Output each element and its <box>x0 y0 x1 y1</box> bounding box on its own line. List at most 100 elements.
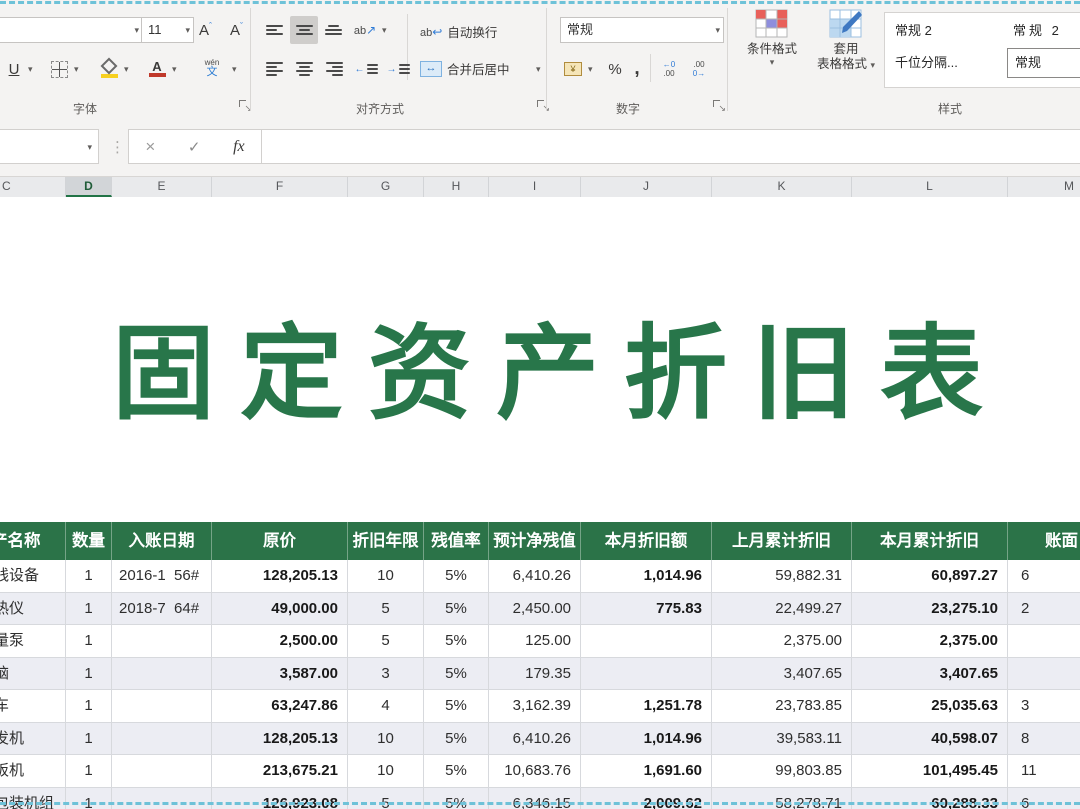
table-cell[interactable]: 49,000.00 <box>212 593 348 626</box>
chevron-down-icon[interactable]: ▾ <box>536 64 541 75</box>
table-cell[interactable]: 2,375.00 <box>712 625 852 658</box>
table-cell[interactable]: 3,407.65 <box>712 658 852 691</box>
table-cell[interactable]: 126,923.08 <box>212 788 348 809</box>
table-cell[interactable]: 5% <box>424 593 489 626</box>
align-center-button[interactable] <box>291 56 318 82</box>
table-cell[interactable]: 179.35 <box>489 658 581 691</box>
table-cell[interactable]: 1,251.78 <box>581 690 712 723</box>
table-cell[interactable]: 板机 <box>0 755 66 788</box>
chevron-down-icon[interactable]: ▾ <box>28 64 33 75</box>
table-header-cell[interactable]: 本月累计折旧 <box>852 522 1008 560</box>
table-cell[interactable]: 2,375.00 <box>852 625 1008 658</box>
table-cell[interactable] <box>112 690 212 723</box>
table-cell[interactable]: 1 <box>66 625 112 658</box>
decrease-decimal-button[interactable]: .000→ <box>686 56 712 82</box>
decrease-font-size-button[interactable]: Aˇ <box>223 17 250 42</box>
table-cell[interactable] <box>1008 625 1080 658</box>
table-cell[interactable]: 1 <box>66 755 112 788</box>
chevron-down-icon[interactable]: ▾ <box>588 64 593 75</box>
table-cell[interactable]: 1,691.60 <box>581 755 712 788</box>
table-cell[interactable]: 发机 <box>0 723 66 756</box>
table-cell[interactable] <box>112 625 212 658</box>
align-top-button[interactable] <box>261 17 288 43</box>
table-cell[interactable]: 8 <box>1008 723 1080 756</box>
table-cell[interactable]: 1 <box>66 788 112 809</box>
table-cell[interactable]: 10 <box>348 560 424 593</box>
table-cell[interactable]: 99,803.85 <box>712 755 852 788</box>
column-header-K[interactable]: K <box>712 177 852 197</box>
table-cell[interactable]: 128,205.13 <box>212 560 348 593</box>
table-header-cell[interactable]: 入账日期 <box>112 522 212 560</box>
table-cell[interactable]: 6,410.26 <box>489 560 581 593</box>
underline-button[interactable]: U <box>2 56 26 82</box>
table-cell[interactable]: 5% <box>424 755 489 788</box>
table-cell[interactable]: 包装机组 <box>0 788 66 809</box>
table-cell[interactable]: 59,882.31 <box>712 560 852 593</box>
table-cell[interactable]: 4 <box>348 690 424 723</box>
table-cell[interactable]: 58,278.71 <box>712 788 852 809</box>
table-cell[interactable]: 3,162.39 <box>489 690 581 723</box>
table-cell[interactable]: 1 <box>66 560 112 593</box>
table-cell[interactable]: 热仪 <box>0 593 66 626</box>
table-cell[interactable]: 5% <box>424 625 489 658</box>
font-size-combo[interactable]: 11 ▾ <box>141 17 194 43</box>
table-cell[interactable]: 2 <box>1008 593 1080 626</box>
table-header-cell[interactable]: 数量 <box>66 522 112 560</box>
table-cell[interactable]: 60,897.27 <box>852 560 1008 593</box>
cell-style-item[interactable]: 常规 2 <box>895 18 932 44</box>
font-color-button[interactable]: A <box>146 55 168 82</box>
table-header-cell[interactable]: 预计净残值 <box>489 522 581 560</box>
chevron-down-icon[interactable]: ▾ <box>74 64 79 75</box>
table-header-cell[interactable]: 本月折旧额 <box>581 522 712 560</box>
formula-input[interactable] <box>261 129 1080 164</box>
table-cell[interactable]: 125.00 <box>489 625 581 658</box>
table-cell[interactable]: 10 <box>348 755 424 788</box>
conditional-formatting-button[interactable]: 条件格式 ▾ <box>736 9 808 91</box>
fill-color-button[interactable] <box>98 55 120 82</box>
table-cell[interactable]: 1 <box>66 723 112 756</box>
table-cell[interactable]: 40,598.07 <box>852 723 1008 756</box>
table-header-cell[interactable]: 折旧年限 <box>348 522 424 560</box>
column-header-H[interactable]: H <box>424 177 489 197</box>
table-cell[interactable]: 39,583.11 <box>712 723 852 756</box>
decrease-indent-button[interactable]: ← <box>352 56 380 82</box>
table-cell[interactable]: 3 <box>348 658 424 691</box>
table-cell[interactable]: 60,288.33 <box>852 788 1008 809</box>
increase-decimal-button[interactable]: ←0.00 <box>656 56 682 82</box>
table-cell[interactable]: 5% <box>424 658 489 691</box>
table-cell[interactable]: 775.83 <box>581 593 712 626</box>
table-cell[interactable]: 5 <box>348 788 424 809</box>
table-cell[interactable]: 脑 <box>0 658 66 691</box>
table-cell[interactable] <box>1008 658 1080 691</box>
table-cell[interactable]: 2,009.62 <box>581 788 712 809</box>
cell-style-item[interactable]: 常规 2 <box>1013 18 1062 44</box>
column-header-G[interactable]: G <box>348 177 424 197</box>
align-middle-button[interactable] <box>290 16 318 44</box>
table-cell[interactable]: 车 <box>0 690 66 723</box>
percent-style-button[interactable]: % <box>604 56 626 82</box>
table-header-cell[interactable]: 产名称 <box>0 522 66 560</box>
table-cell[interactable]: 3 <box>1008 690 1080 723</box>
comma-style-button[interactable]: , <box>628 56 646 82</box>
column-header-E[interactable]: E <box>112 177 212 197</box>
increase-indent-button[interactable]: → <box>384 56 412 82</box>
table-cell[interactable]: 213,675.21 <box>212 755 348 788</box>
column-header-L[interactable]: L <box>852 177 1008 197</box>
table-cell[interactable]: 1 <box>66 690 112 723</box>
cell-style-item-selected[interactable]: 常规 <box>1007 48 1080 78</box>
table-cell[interactable]: 5% <box>424 788 489 809</box>
format-as-table-button[interactable]: 套用 表格格式 ▾ <box>810 9 882 91</box>
column-header-J[interactable]: J <box>581 177 712 197</box>
table-cell[interactable]: 2,450.00 <box>489 593 581 626</box>
table-cell[interactable]: 25,035.63 <box>852 690 1008 723</box>
table-cell[interactable]: 5% <box>424 560 489 593</box>
table-cell[interactable]: 量泵 <box>0 625 66 658</box>
sheet-grid[interactable]: 固定资产折旧表 产名称数量入账日期原价折旧年限残值率预计净残值本月折旧额上月累计… <box>0 197 1080 809</box>
table-cell[interactable]: 1 <box>66 593 112 626</box>
table-cell[interactable]: 5 <box>348 625 424 658</box>
table-header-cell[interactable]: 原价 <box>212 522 348 560</box>
column-header-C[interactable]: C <box>0 177 66 197</box>
table-cell[interactable]: 5% <box>424 723 489 756</box>
table-cell[interactable] <box>581 658 712 691</box>
borders-button[interactable] <box>48 56 70 82</box>
